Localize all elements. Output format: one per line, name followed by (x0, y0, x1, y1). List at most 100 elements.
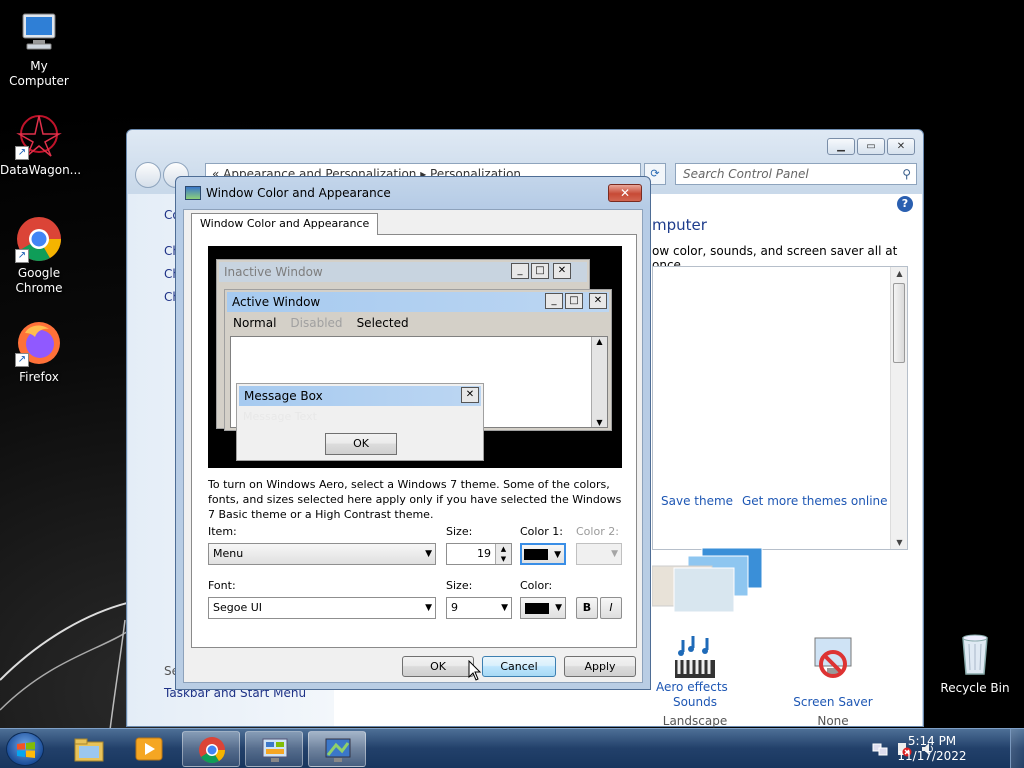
dialog-title-icon (185, 186, 201, 200)
message-box-title: Message Box (239, 386, 481, 406)
theme-list-scrollbar[interactable]: ▲ ▼ (890, 267, 907, 549)
message-box-text: Message Text (243, 410, 317, 423)
get-more-themes-link[interactable]: Get more themes online (742, 494, 888, 508)
spin-arrows-icon[interactable]: ▲ ▼ (495, 544, 511, 564)
datawagon-icon: ↗ (15, 112, 63, 160)
font-size-select[interactable]: 9 ▼ (446, 597, 512, 619)
desktop-icon-label: Google Chrome (15, 266, 63, 295)
tab-window-color[interactable]: Window Color and Appearance (191, 213, 379, 235)
item-select[interactable]: Menu ▼ (208, 543, 436, 565)
desktop-icon-firefox[interactable]: ↗ Firefox (0, 319, 78, 385)
recycle-bin-icon (951, 630, 999, 678)
close-button[interactable]: ✕ (887, 138, 915, 155)
maximize-icon: □ (565, 293, 583, 309)
window-controls: ▁ ▭ ✕ (827, 138, 915, 155)
cancel-button[interactable]: Cancel (482, 656, 556, 677)
bold-button[interactable]: B (576, 597, 598, 619)
chrome-icon (199, 737, 226, 764)
taskbar: 5:14 PM 11/17/2022 (0, 728, 1024, 768)
desktop-icon-label: DataWagon... (0, 163, 82, 177)
aero-effects-link[interactable]: Aero effects (656, 680, 728, 694)
color1-swatch (524, 549, 548, 560)
size-label: Size: (446, 525, 473, 538)
menu-disabled: Disabled (290, 316, 343, 330)
taskbar-personalization[interactable] (308, 731, 366, 767)
font-label: Font: (208, 579, 236, 592)
desktop-icon-my-computer[interactable]: My Computer (0, 8, 78, 89)
minimize-button[interactable]: ▁ (827, 138, 855, 155)
scroll-up-icon[interactable]: ▲ (891, 269, 908, 278)
personalization-icon (325, 738, 351, 762)
taskbar-control-panel[interactable] (245, 731, 303, 767)
dialog-client: Window Color and Appearance Inactive Win… (183, 209, 643, 683)
shortcut-arrow-icon: ↗ (15, 249, 29, 263)
mouse-cursor-icon (468, 660, 482, 681)
media-player-icon (135, 737, 163, 761)
desktop-icon-recycle-bin[interactable]: Recycle Bin (936, 630, 1014, 696)
ok-button[interactable]: OK (402, 656, 474, 677)
desktop-icon-google-chrome[interactable]: ↗ Google Chrome (0, 215, 78, 296)
shortcut-arrow-icon: ↗ (15, 146, 29, 160)
scroll-thumb[interactable] (893, 283, 905, 363)
screen-saver-value: None (817, 714, 849, 728)
search-input[interactable]: Search Control Panel ⚲ (675, 163, 917, 185)
close-icon: ✕ (589, 293, 607, 309)
font-color-picker[interactable]: ▼ (520, 597, 566, 619)
apply-button[interactable]: Apply (564, 656, 636, 677)
window-color-dialog: Window Color and Appearance ✕ Window Col… (175, 176, 651, 690)
appearance-preview[interactable]: Inactive Window _ □ ✕ Active Window _ □ … (208, 246, 622, 468)
desktop-icon-label: My Computer (9, 59, 69, 88)
taskbar-chrome[interactable] (182, 731, 240, 767)
sounds-value: Landscape (662, 714, 728, 728)
dialog-close-button[interactable]: ✕ (608, 184, 642, 202)
size-stepper[interactable]: 19 ▲ ▼ (446, 543, 512, 565)
clock[interactable]: 5:14 PM 11/17/2022 (892, 734, 972, 764)
close-icon: ✕ (461, 387, 479, 403)
chevron-down-icon: ▼ (425, 549, 432, 559)
color1-picker[interactable]: ▼ (520, 543, 566, 565)
back-button[interactable] (135, 162, 161, 188)
font-select[interactable]: Segoe UI ▼ (208, 597, 436, 619)
network-icon[interactable] (872, 741, 888, 757)
page-heading: mputer (652, 216, 707, 234)
save-theme-link[interactable]: Save theme (661, 494, 733, 508)
aero-note: To turn on Windows Aero, select a Window… (208, 478, 622, 521)
sounds-title: Sounds (672, 695, 718, 709)
font-select-value: Segoe UI (213, 601, 263, 614)
maximize-icon: □ (531, 263, 549, 279)
screen-saver-title: Screen Saver (793, 695, 873, 709)
desktop-icon-label: Recycle Bin (940, 681, 1010, 695)
italic-button[interactable]: I (600, 597, 622, 619)
start-button[interactable] (6, 732, 44, 766)
minimize-icon: _ (545, 293, 563, 309)
color1-label: Color 1: (520, 525, 563, 538)
screen-saver-item[interactable]: Screen Saver None (778, 634, 888, 728)
item-select-value: Menu (213, 547, 244, 560)
scroll-down-icon: ▼ (596, 418, 603, 427)
maximize-button[interactable]: ▭ (857, 138, 885, 155)
taskbar-explorer[interactable] (60, 731, 118, 767)
font-color-label: Color: (520, 579, 553, 592)
folder-icon (74, 738, 104, 762)
scroll-down-icon[interactable]: ▼ (891, 538, 908, 547)
font-size-value: 9 (451, 601, 458, 614)
clock-time: 5:14 PM (907, 734, 957, 748)
font-color-swatch (525, 603, 549, 614)
chevron-down-icon: ▼ (425, 603, 432, 613)
minimize-icon: _ (511, 263, 529, 279)
item-label: Item: (208, 525, 237, 538)
font-size-label: Size: (446, 579, 473, 592)
scroll-up-icon: ▲ (596, 337, 603, 346)
message-box-ok-button: OK (325, 433, 397, 455)
help-icon[interactable]: ? (897, 196, 913, 212)
menu-normal: Normal (233, 316, 277, 330)
desktop-icon-label: Firefox (19, 370, 59, 384)
chrome-icon: ↗ (15, 215, 63, 263)
shortcut-arrow-icon: ↗ (15, 353, 29, 367)
desktop: My Computer ↗ DataWagon... ↗ Google Chro… (0, 0, 1024, 728)
show-desktop-button[interactable] (1010, 729, 1024, 768)
theme-thumbnail-icon[interactable] (652, 544, 772, 614)
chevron-down-icon: ▼ (501, 603, 508, 613)
desktop-icon-datawagon[interactable]: ↗ DataWagon... (0, 112, 82, 178)
taskbar-media-player[interactable] (120, 731, 178, 767)
